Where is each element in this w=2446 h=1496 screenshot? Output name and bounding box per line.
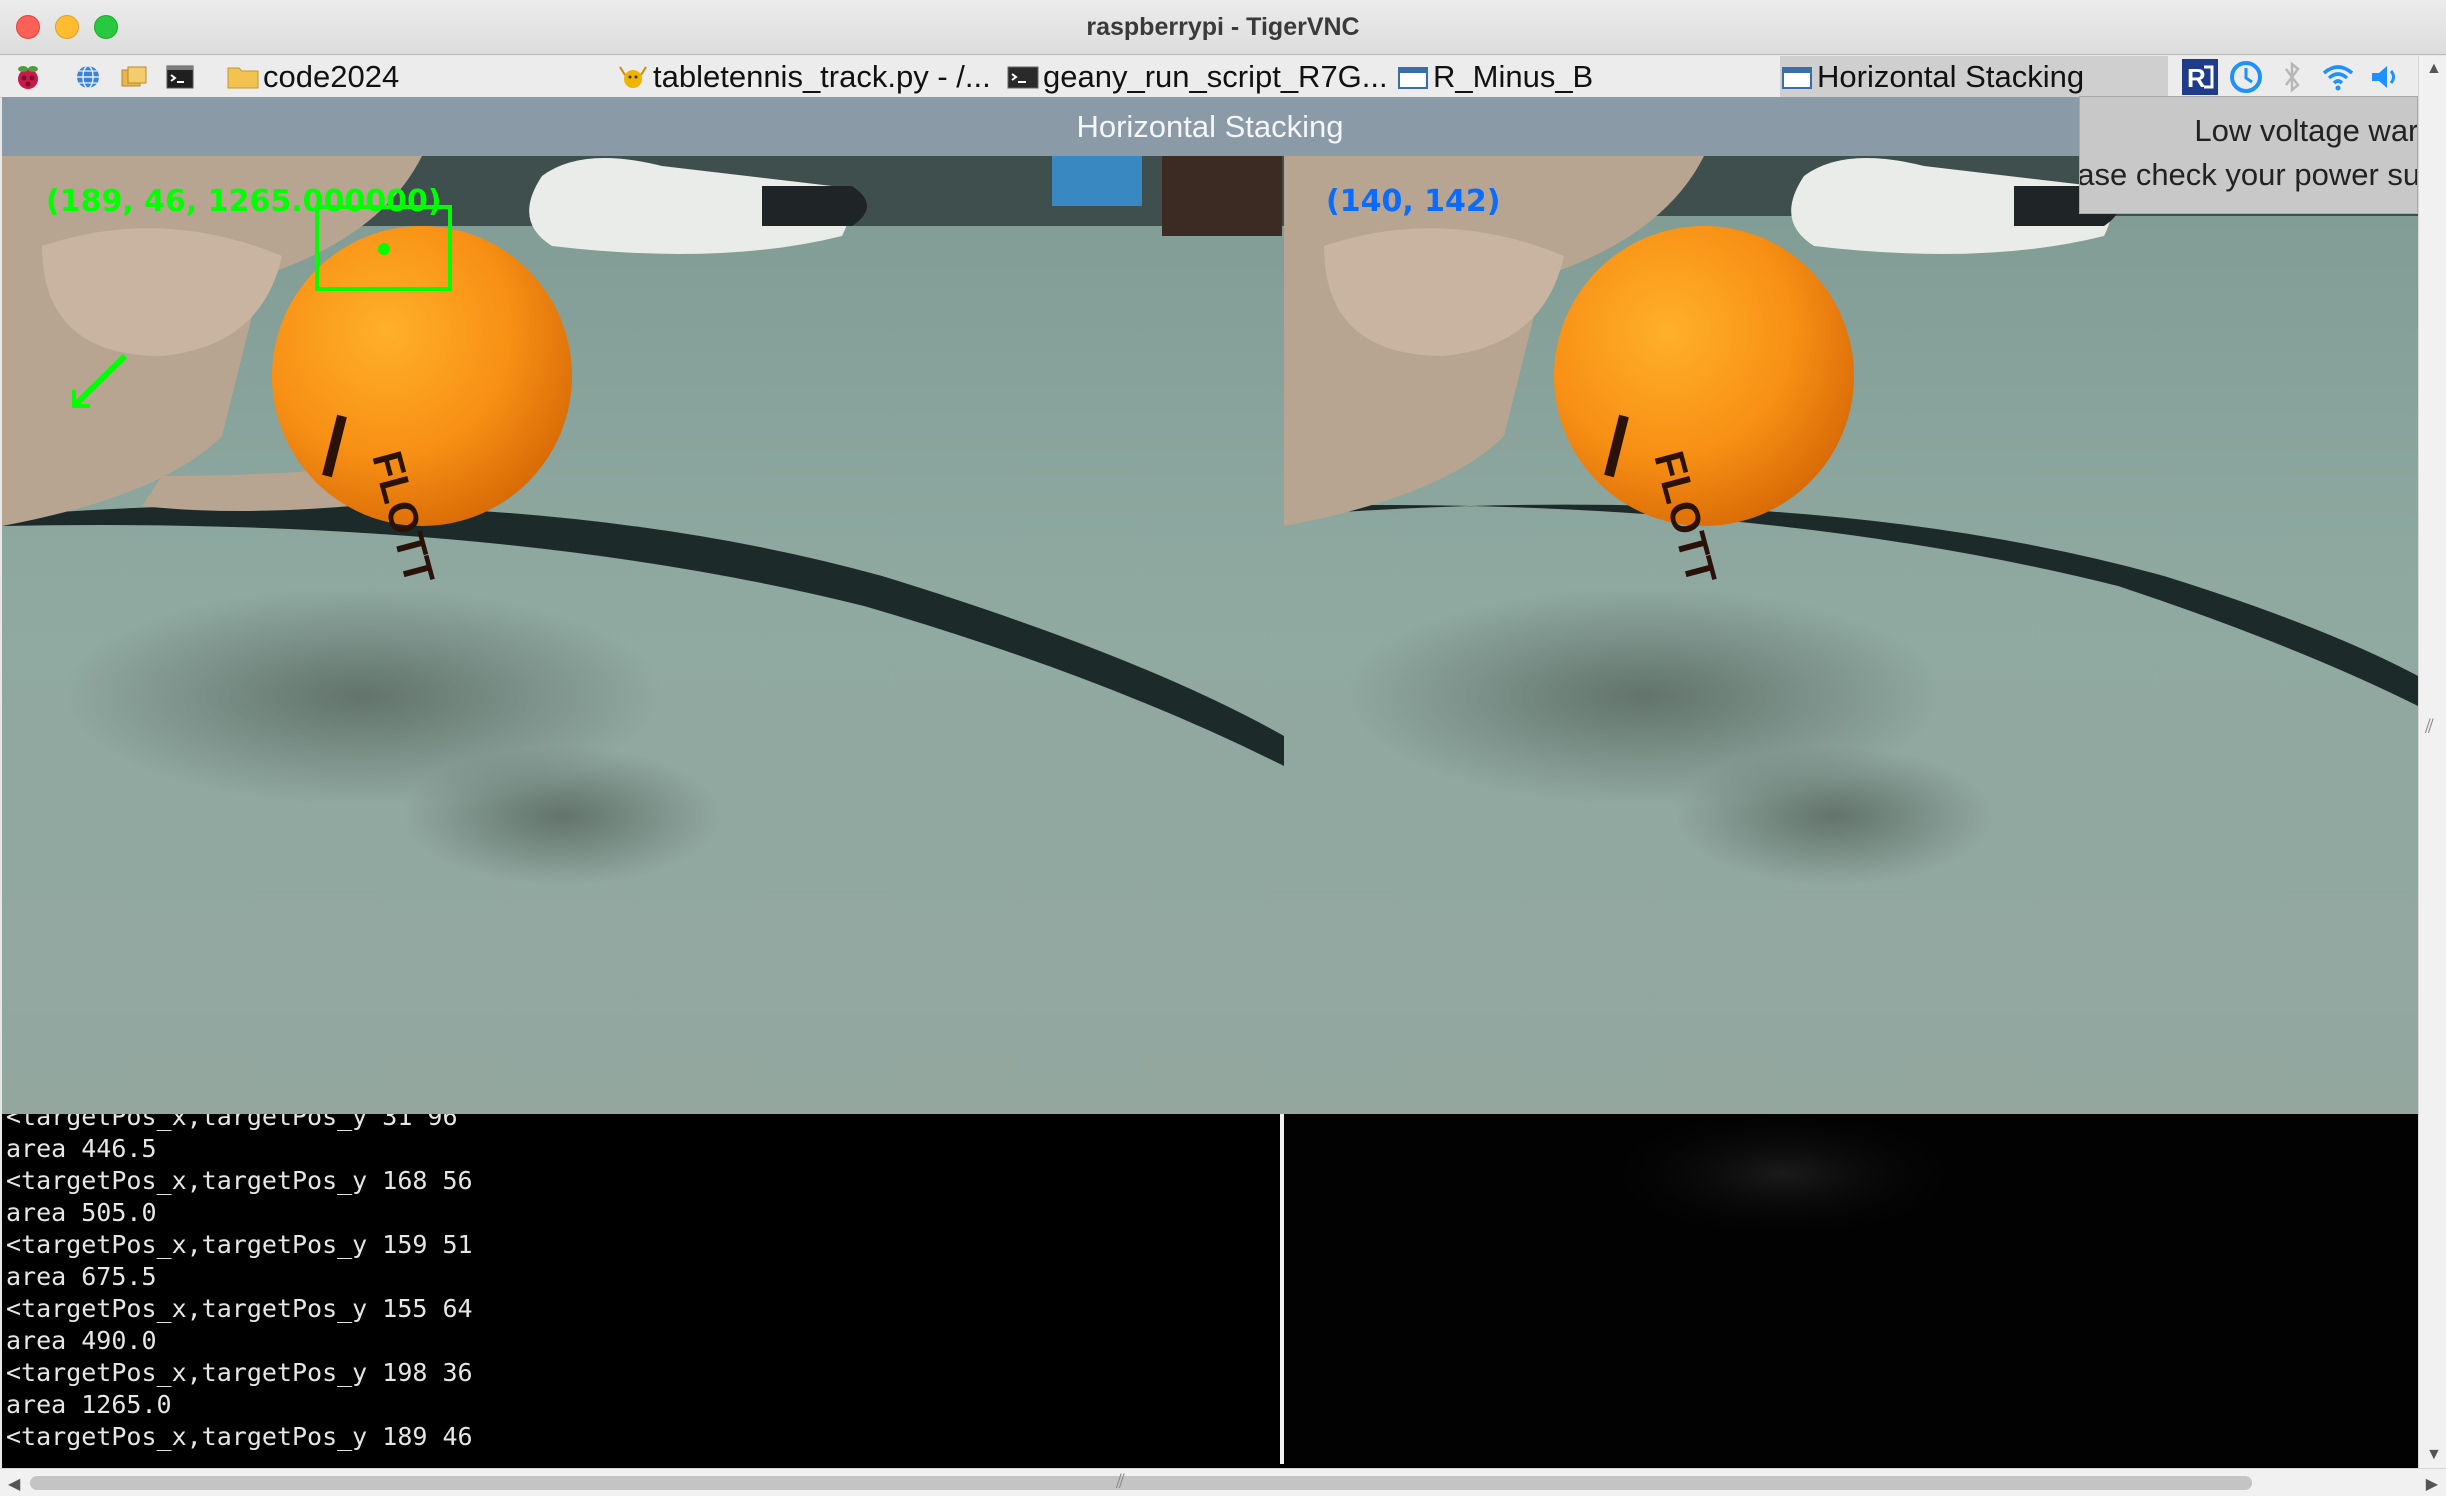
- left-camera-frame: FLOTT (189, 46, 1265.000000): [2, 156, 1284, 1114]
- left-overlay-text: (189, 46, 1265.000000): [46, 184, 442, 219]
- terminal-line: <targetPos_x,targetPos_y 189 46: [6, 1422, 473, 1451]
- update-icon[interactable]: [2226, 57, 2266, 97]
- right-overlay-text: (140, 142): [1326, 184, 1501, 219]
- svg-text:R: R: [2187, 63, 2206, 93]
- notification-line-1: Low voltage warning: [2194, 113, 2418, 148]
- right-camera-frame: FLOTT (140, 142): [1284, 156, 2418, 1114]
- window-icon: [1782, 67, 1812, 89]
- terminal-output: <targetPos_x,targetPos_y 31 96 area 446.…: [2, 1114, 1280, 1464]
- horizontal-scroll-thumb[interactable]: [30, 1476, 2252, 1490]
- horizontal-stacking-window: Horizontal Stacking FLOTT (189, 46, 1265…: [2, 97, 2418, 1468]
- low-voltage-notification[interactable]: Low voltage warning Please check your po…: [2079, 96, 2418, 214]
- scroll-right-arrow-icon[interactable]: ▶: [2426, 1474, 2438, 1494]
- folder-icon: [227, 67, 259, 89]
- scroll-left-arrow-icon[interactable]: ◀: [8, 1474, 20, 1494]
- horizontal-scrollbar[interactable]: ◀ ⫽ ▶: [0, 1468, 2446, 1496]
- opencv-window-titlebar: Horizontal Stacking: [2, 97, 2418, 156]
- terminal-line: area 446.5: [6, 1134, 157, 1163]
- taskbar-item-tabletennis-track[interactable]: tabletennis_track.py - /...: [616, 56, 996, 98]
- scroll-down-arrow-icon[interactable]: ▼: [2426, 1446, 2442, 1464]
- taskbar-item-label: Horizontal Stacking: [1817, 59, 2085, 94]
- terminal-line: <targetPos_x,targetPos_y 198 36: [6, 1358, 473, 1387]
- raspberry-pi-taskbar: code2024 tabletennis_track.py - /... gea…: [0, 56, 2446, 98]
- terminal-line: area 675.5: [6, 1262, 157, 1291]
- opencv-window-title: Horizontal Stacking: [1076, 108, 1344, 144]
- terminal-line: area 1265.0: [6, 1390, 172, 1419]
- geany-icon: [619, 66, 647, 88]
- terminal-line: <targetPos_x,targetPos_y 31 96: [6, 1114, 458, 1131]
- vnc-icon[interactable]: R: [2180, 57, 2220, 97]
- raspberry-menu-icon[interactable]: [14, 64, 42, 90]
- taskbar-item-label: geany_run_script_R7G...: [1043, 59, 1388, 94]
- notification-line-2: Please check your power supply: [2079, 157, 2417, 192]
- taskbar-item-label: code2024: [263, 59, 400, 94]
- right-camera-image: FLOTT: [1284, 156, 2418, 1114]
- left-camera-image: FLOTT: [2, 156, 1284, 1114]
- terminal-icon: [1007, 66, 1039, 89]
- resize-grip-icon[interactable]: ⫽: [2425, 716, 2434, 739]
- wifi-icon[interactable]: [2318, 57, 2358, 97]
- taskbar-item-r-minus-b[interactable]: R_Minus_B: [1396, 56, 1776, 98]
- taskbar-item-horizontal-stacking[interactable]: Horizontal Stacking: [1780, 56, 2168, 98]
- terminal-line: area 490.0: [6, 1326, 157, 1355]
- taskbar-item-code2024[interactable]: code2024: [226, 56, 556, 98]
- window-icon: [1398, 67, 1428, 89]
- bluetooth-icon[interactable]: [2272, 57, 2312, 97]
- mask-view: [1284, 1114, 2418, 1464]
- resize-grip-icon[interactable]: ⫽: [1116, 1471, 1125, 1494]
- scroll-up-arrow-icon[interactable]: ▲: [2426, 60, 2442, 78]
- taskbar-item-label: tabletennis_track.py - /...: [653, 59, 991, 94]
- mask-image: [1594, 1114, 1974, 1244]
- terminal-line: <targetPos_x,targetPos_y 159 51: [6, 1230, 473, 1259]
- volume-icon[interactable]: [2364, 57, 2404, 97]
- terminal-line: <targetPos_x,targetPos_y 155 64: [6, 1294, 473, 1323]
- system-tray: R: [2180, 56, 2404, 98]
- terminal-icon[interactable]: [166, 64, 194, 90]
- taskbar-item-label: R_Minus_B: [1433, 59, 1594, 94]
- taskbar-item-geany-run-script[interactable]: geany_run_script_R7G...: [1006, 56, 1388, 98]
- window-title: raspberrypi - TigerVNC: [1086, 13, 1360, 41]
- file-manager-icon[interactable]: [120, 64, 148, 90]
- web-browser-icon[interactable]: [74, 64, 102, 90]
- terminal-line: <targetPos_x,targetPos_y 168 56: [6, 1166, 473, 1195]
- vertical-scrollbar[interactable]: ▲ ▼ ⫽: [2418, 56, 2446, 1468]
- terminal-line: area 505.0: [6, 1198, 157, 1227]
- vnc-title-bar: raspberrypi - TigerVNC: [0, 0, 2446, 55]
